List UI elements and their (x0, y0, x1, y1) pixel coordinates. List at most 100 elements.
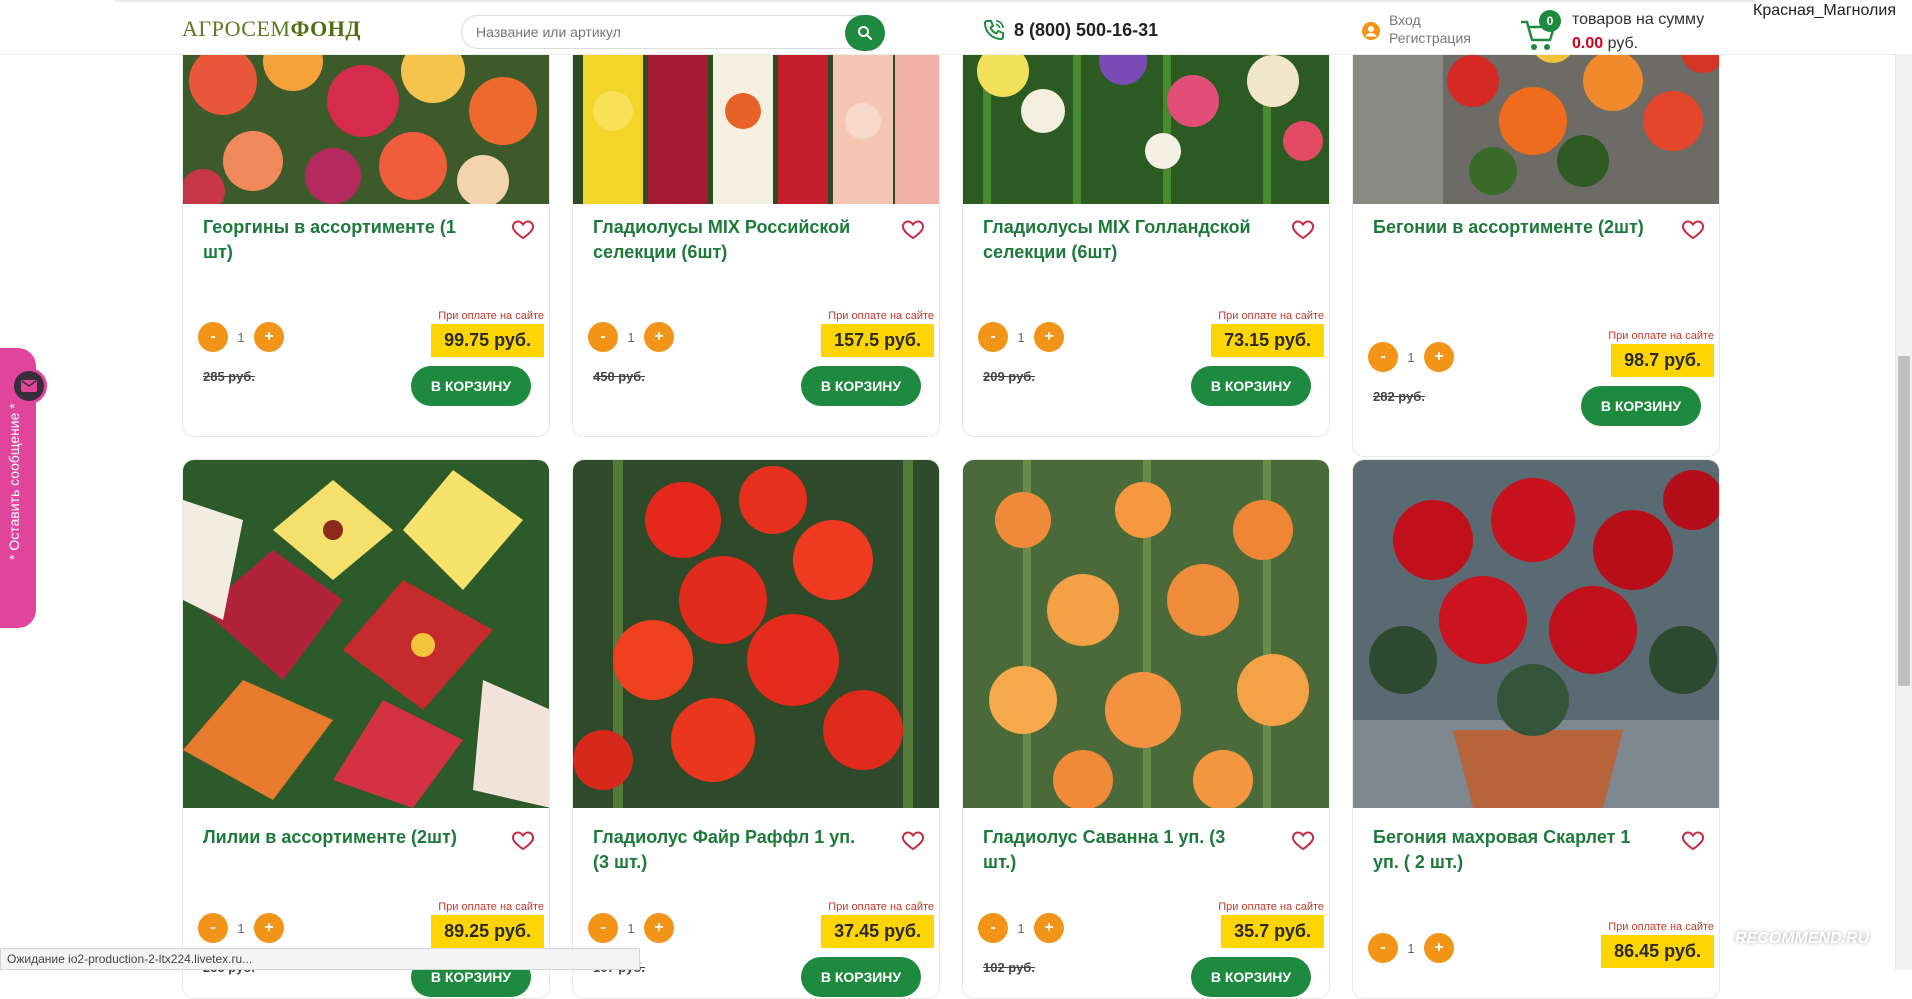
search-input[interactable] (476, 16, 836, 48)
heart-icon[interactable] (901, 828, 925, 852)
cart-summary-label: товаров на сумму (1572, 11, 1705, 28)
quantity-value[interactable]: 1 (1008, 330, 1034, 345)
product-image[interactable] (1353, 460, 1719, 808)
quantity-value[interactable]: 1 (618, 921, 644, 936)
site-header: АГРОСЕМФОНД 8 (800) 500-16-31 Вход Регис… (0, 0, 1912, 55)
increase-button[interactable]: + (1034, 322, 1064, 352)
quantity-value[interactable]: 1 (1398, 350, 1424, 365)
product-card[interactable]: Георгины в ассортименте (1 шт) - 1 + При… (182, 0, 550, 437)
increase-button[interactable]: + (1034, 913, 1064, 943)
product-card[interactable]: Гладиолус Саванна 1 уп. (3 шт.) - 1 + Пр… (962, 459, 1330, 999)
increase-button[interactable]: + (644, 322, 674, 352)
site-logo[interactable]: АГРОСЕМФОНД (182, 16, 361, 42)
heart-icon[interactable] (1291, 828, 1315, 852)
decrease-button[interactable]: - (588, 322, 618, 352)
search-button[interactable] (845, 15, 885, 51)
add-to-cart-button[interactable]: В КОРЗИНУ (801, 366, 921, 406)
product-card[interactable]: Гладиолусы MIX Голландской селекции (6шт… (962, 0, 1330, 437)
product-card[interactable]: Бегония махровая Скарлет 1 уп. ( 2 шт.) … (1352, 459, 1720, 999)
product-card[interactable]: Гладиолус Файр Раффл 1 уп. (3 шт.) - 1 +… (572, 459, 940, 999)
phone-icon (984, 20, 1004, 40)
increase-button[interactable]: + (1424, 342, 1454, 372)
price-note: При оплате на сайте (1218, 310, 1324, 322)
decrease-button[interactable]: - (198, 913, 228, 943)
register-link[interactable]: Регистрация (1389, 30, 1471, 46)
price: 99.75 руб. (431, 324, 544, 357)
old-price: 209 руб. (983, 369, 1035, 384)
old-price: 102 руб. (983, 960, 1035, 975)
heart-icon[interactable] (1291, 217, 1315, 241)
increase-button[interactable]: + (254, 913, 284, 943)
price: 73.15 руб. (1211, 324, 1324, 357)
cart-button[interactable]: 0 (1519, 10, 1561, 50)
decrease-button[interactable]: - (588, 913, 618, 943)
watermark: RECOMMEND.RU (1735, 930, 1870, 947)
quantity-stepper[interactable]: - 1 + (1368, 933, 1454, 963)
quantity-stepper[interactable]: - 1 + (978, 322, 1064, 352)
price: 35.7 руб. (1221, 915, 1324, 948)
product-title[interactable]: Гладиолусы MIX Голландской селекции (6шт… (983, 215, 1263, 265)
add-to-cart-button[interactable]: В КОРЗИНУ (1191, 957, 1311, 997)
price-note: При оплате на сайте (438, 310, 544, 322)
product-title[interactable]: Бегонии в ассортименте (2шт) (1373, 215, 1653, 240)
price: 37.45 руб. (821, 915, 934, 948)
quantity-value[interactable]: 1 (228, 921, 254, 936)
product-title[interactable]: Гладиолус Саванна 1 уп. (3 шт.) (983, 825, 1263, 875)
decrease-button[interactable]: - (1368, 342, 1398, 372)
add-to-cart-button[interactable]: В КОРЗИНУ (411, 366, 531, 406)
product-card[interactable]: Гладиолусы MIX Российской селекции (6шт)… (572, 0, 940, 437)
price-note: При оплате на сайте (1608, 330, 1714, 342)
product-title[interactable]: Гладиолусы MIX Российской селекции (6шт) (593, 215, 873, 265)
product-title[interactable]: Георгины в ассортименте (1 шт) (203, 215, 483, 265)
envelope-icon (21, 380, 37, 392)
heart-icon[interactable] (901, 217, 925, 241)
cart-count-badge: 0 (1539, 10, 1561, 32)
product-card[interactable]: Бегонии в ассортименте (2шт) - 1 + При о… (1352, 0, 1720, 457)
quantity-value[interactable]: 1 (1398, 941, 1424, 956)
quantity-stepper[interactable]: - 1 + (588, 913, 674, 943)
username: Красная_Магнолия (1753, 2, 1896, 19)
product-title[interactable]: Бегония махровая Скарлет 1 уп. ( 2 шт.) (1373, 825, 1653, 875)
product-title[interactable]: Лилии в ассортименте (2шт) (203, 825, 483, 850)
cart-summary[interactable]: товаров на сумму 0.00 руб. (1572, 8, 1704, 56)
product-image[interactable] (183, 460, 549, 808)
cart-currency: руб. (1607, 35, 1639, 52)
heart-icon[interactable] (511, 828, 535, 852)
product-image[interactable] (573, 460, 939, 808)
increase-button[interactable]: + (1424, 933, 1454, 963)
scrollbar-thumb[interactable] (1898, 356, 1910, 686)
account-links: Вход Регистрация (1361, 12, 1471, 46)
product-card[interactable]: Лилии в ассортименте (2шт) - 1 + При опл… (182, 459, 550, 999)
price: 157.5 руб. (821, 324, 934, 357)
feedback-button[interactable] (11, 368, 47, 404)
heart-icon[interactable] (1681, 217, 1705, 241)
quantity-stepper[interactable]: - 1 + (588, 322, 674, 352)
page-scrollbar[interactable] (1895, 0, 1912, 970)
phone-contact[interactable]: 8 (800) 500-16-31 (982, 18, 1158, 42)
quantity-stepper[interactable]: - 1 + (198, 322, 284, 352)
product-title[interactable]: Гладиолус Файр Раффл 1 уп. (3 шт.) (593, 825, 873, 875)
add-to-cart-button[interactable]: В КОРЗИНУ (801, 957, 921, 997)
heart-icon[interactable] (1681, 828, 1705, 852)
quantity-stepper[interactable]: - 1 + (198, 913, 284, 943)
quantity-stepper[interactable]: - 1 + (1368, 342, 1454, 372)
search-box[interactable] (461, 15, 885, 51)
phone-number[interactable]: 8 (800) 500-16-31 (1014, 20, 1158, 41)
decrease-button[interactable]: - (978, 913, 1008, 943)
add-to-cart-button[interactable]: В КОРЗИНУ (1581, 386, 1701, 426)
price-note: При оплате на сайте (1218, 901, 1324, 913)
add-to-cart-button[interactable]: В КОРЗИНУ (1191, 366, 1311, 406)
decrease-button[interactable]: - (1368, 933, 1398, 963)
quantity-stepper[interactable]: - 1 + (978, 913, 1064, 943)
product-image[interactable] (963, 460, 1329, 808)
heart-icon[interactable] (511, 217, 535, 241)
decrease-button[interactable]: - (978, 322, 1008, 352)
quantity-value[interactable]: 1 (228, 330, 254, 345)
increase-button[interactable]: + (644, 913, 674, 943)
quantity-value[interactable]: 1 (618, 330, 644, 345)
quantity-value[interactable]: 1 (1008, 921, 1034, 936)
increase-button[interactable]: + (254, 322, 284, 352)
login-link[interactable]: Вход (1389, 12, 1471, 28)
price: 89.25 руб. (431, 915, 544, 948)
decrease-button[interactable]: - (198, 322, 228, 352)
